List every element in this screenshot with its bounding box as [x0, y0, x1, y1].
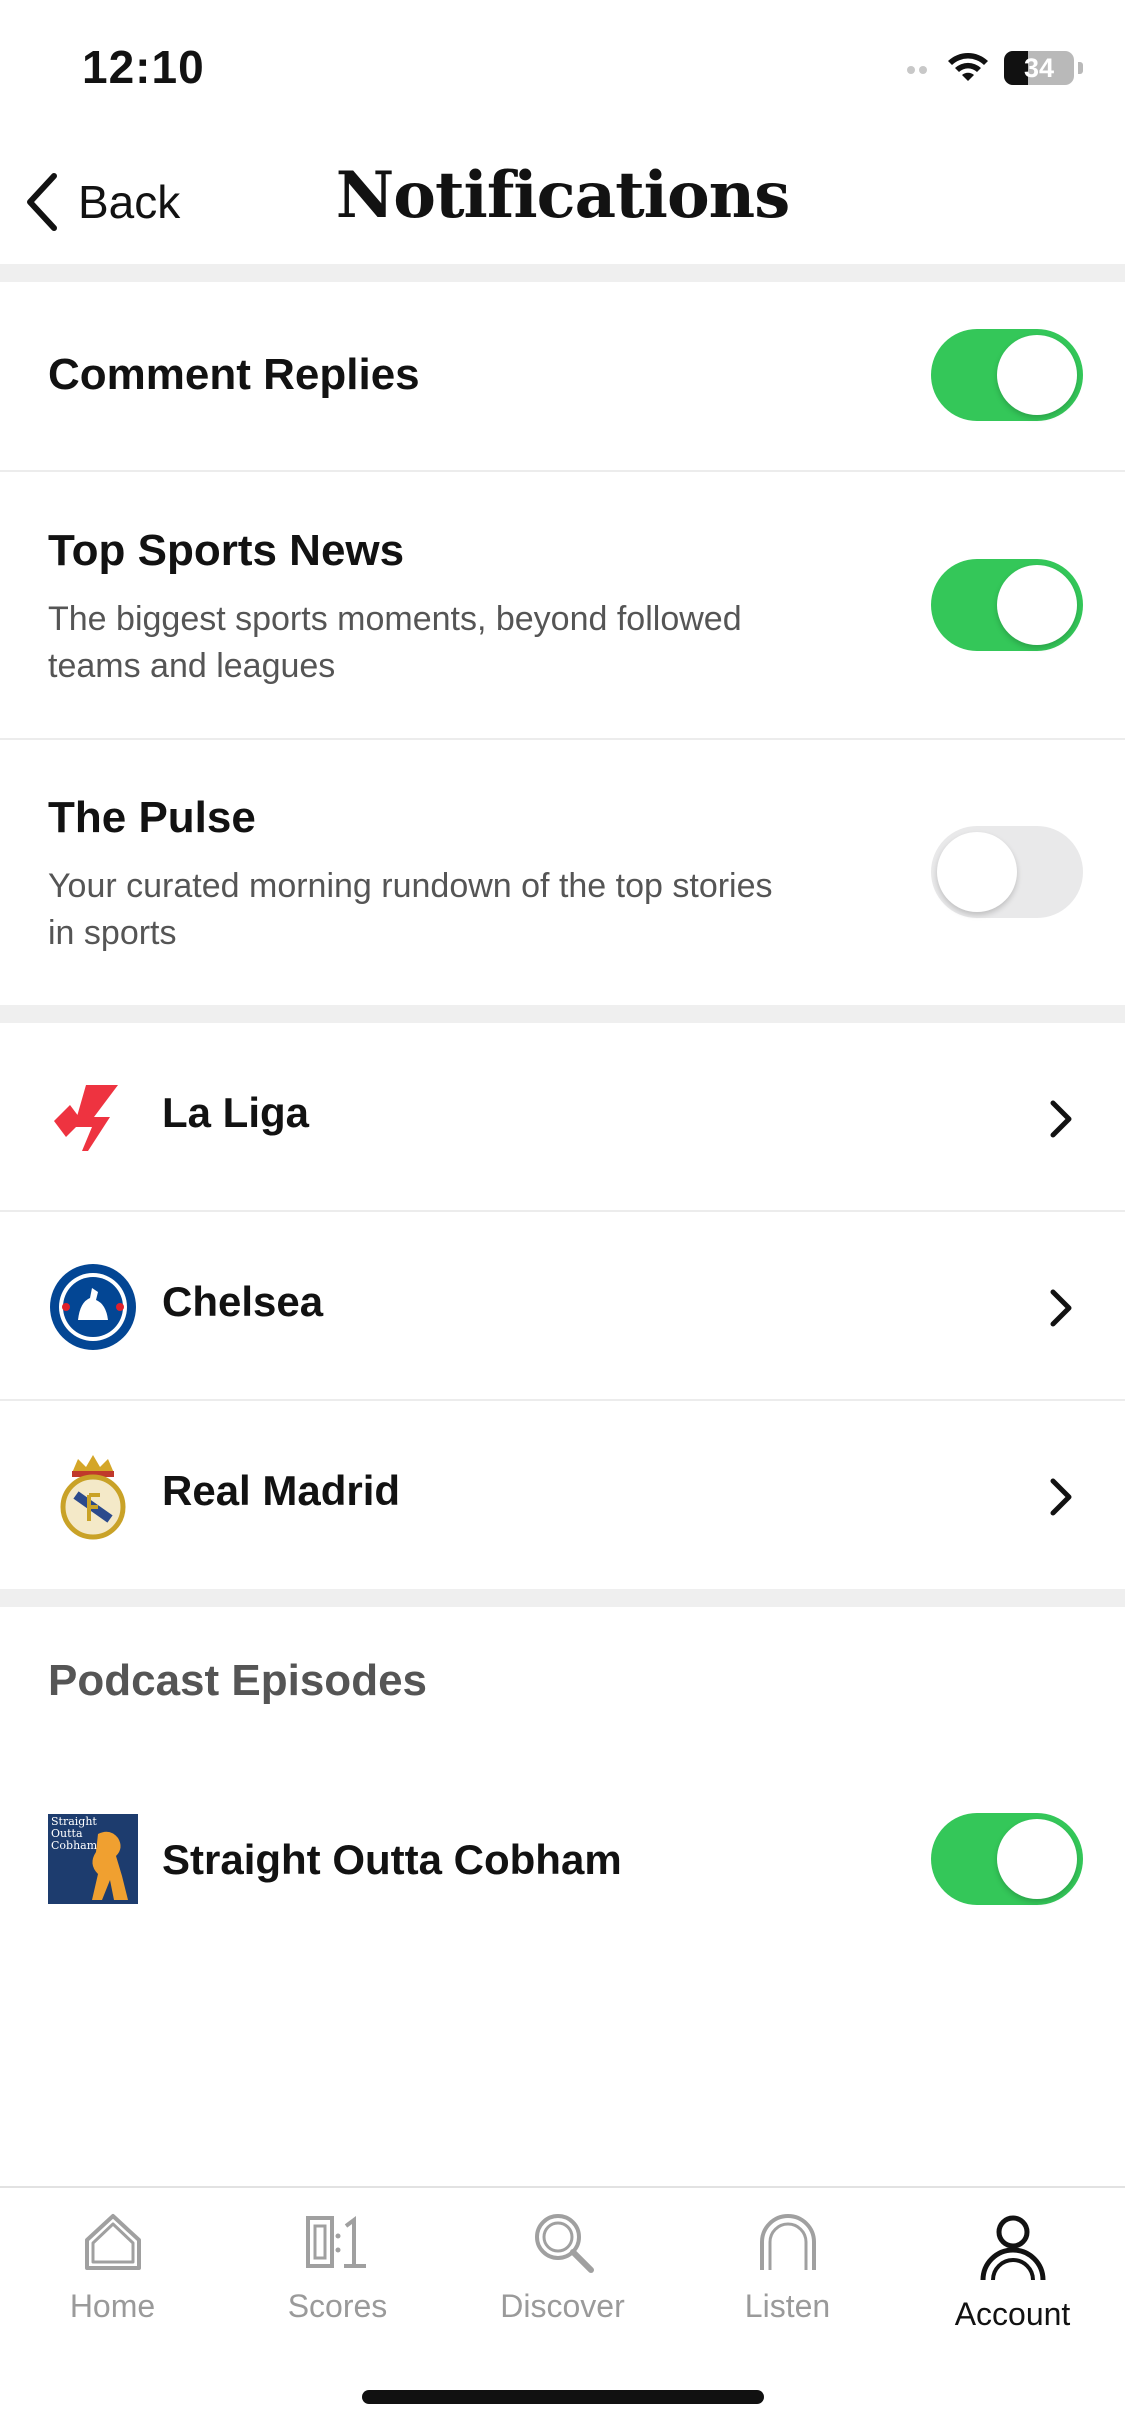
chevron-right-icon	[1050, 1289, 1072, 1327]
listen-icon	[759, 2214, 816, 2270]
podcast-section-header: Podcast Episodes	[48, 1656, 428, 1705]
setting-title: Comment Replies	[48, 350, 420, 399]
tab-label: Account	[954, 2296, 1071, 2332]
home-indicator	[362, 2390, 764, 2404]
tab-listen[interactable]: Listen	[675, 2210, 900, 2325]
tab-discover[interactable]: Discover	[450, 2210, 675, 2325]
team-row-real-madrid[interactable]: Real Madrid	[0, 1401, 1125, 1589]
tab-label: Scores	[287, 2288, 388, 2324]
toggle-knob	[997, 565, 1077, 645]
row-divider	[0, 738, 1125, 740]
podcast-toggle[interactable]	[931, 1813, 1083, 1905]
the-pulse-toggle[interactable]	[931, 826, 1083, 918]
tab-account[interactable]: Account	[900, 2210, 1125, 2333]
podcast-artwork: Straight Outta Cobham	[48, 1814, 138, 1904]
chevron-right-icon	[1050, 1100, 1072, 1138]
battery-icon: 34	[1004, 51, 1074, 85]
battery-percent: 34	[1023, 53, 1055, 83]
tab-label: Discover	[500, 2288, 625, 2324]
podcast-name: Straight Outta Cobham	[162, 1836, 622, 1883]
battery-nub	[1078, 62, 1083, 74]
top-sports-news-toggle[interactable]	[931, 559, 1083, 651]
tab-home[interactable]: Home	[0, 2210, 225, 2325]
section-divider	[0, 1005, 1125, 1023]
tab-scores[interactable]: Scores	[225, 2210, 450, 2325]
team-name: Chelsea	[162, 1278, 324, 1325]
scores-icon	[305, 2216, 366, 2268]
page-title: Notifications	[335, 158, 790, 233]
comment-replies-toggle[interactable]	[931, 329, 1083, 421]
status-bar: 12:10 34	[0, 0, 1125, 140]
podcast-row: Straight Outta Cobham Straight Outta Cob…	[0, 1800, 1125, 1920]
toggle-knob	[997, 335, 1077, 415]
status-time: 12:10	[82, 41, 205, 93]
search-icon	[534, 2214, 594, 2273]
chelsea-crest-icon	[50, 1264, 136, 1350]
section-divider	[0, 264, 1125, 282]
lion-icon	[92, 1831, 128, 1900]
cellular-signal-icon	[907, 66, 927, 74]
setting-subtitle: The biggest sports moments, beyond follo…	[48, 600, 742, 685]
status-icons: 34	[906, 48, 1083, 88]
tab-label: Home	[69, 2288, 156, 2324]
team-name: Real Madrid	[162, 1467, 401, 1514]
navigation-bar: Back Notifications	[0, 140, 1125, 265]
section-divider	[0, 1589, 1125, 1607]
account-icon	[980, 2215, 1045, 2281]
toggle-knob	[937, 832, 1017, 912]
tab-label: Listen	[744, 2288, 831, 2324]
real-madrid-crest-icon	[60, 1455, 126, 1540]
wifi-icon	[948, 53, 988, 81]
setting-title: Top Sports News	[48, 526, 405, 575]
team-row-chelsea[interactable]: Chelsea	[0, 1212, 1125, 1400]
setting-subtitle: Your curated morning rundown of the top …	[48, 867, 773, 952]
toggle-knob	[997, 1819, 1077, 1899]
chevron-right-icon	[1050, 1478, 1072, 1516]
home-icon	[84, 2214, 141, 2270]
setting-title: The Pulse	[48, 793, 256, 842]
laliga-logo-icon	[54, 1085, 118, 1151]
team-name: La Liga	[162, 1089, 310, 1136]
team-row-la-liga[interactable]: La Liga	[0, 1023, 1125, 1211]
row-divider	[0, 470, 1125, 472]
